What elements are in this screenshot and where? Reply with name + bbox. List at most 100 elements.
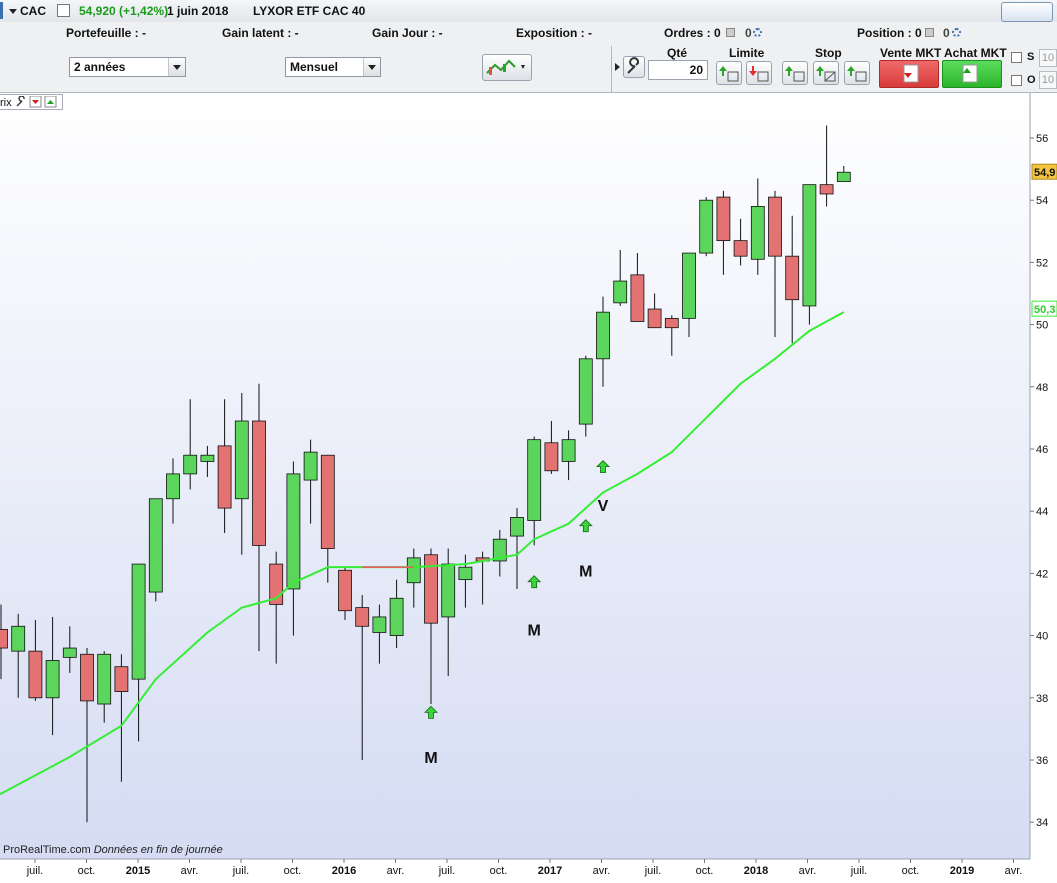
candle-up: [183, 454, 198, 475]
x-tick-label: oct.: [78, 865, 96, 877]
y-tick-label: 34: [1036, 817, 1048, 829]
s-label: S: [1027, 51, 1035, 63]
control-bar: 2 années Mensuel Qté 20 Limite Stop Vent…: [0, 44, 1057, 93]
sell-icon: [903, 64, 919, 83]
o-label: O: [1027, 74, 1036, 86]
candle-down: [544, 442, 559, 472]
stop-sell-button[interactable]: [813, 61, 839, 85]
wrench-button[interactable]: [623, 56, 645, 78]
candle-down: [630, 274, 645, 322]
quantity-value: 20: [689, 63, 703, 77]
y-tick-label: 46: [1036, 444, 1048, 456]
candle-down: [217, 445, 232, 509]
candle-down: [664, 317, 679, 329]
candle-down: [0, 628, 8, 649]
limit-buy-icon: [719, 66, 739, 82]
candle-down: [80, 653, 94, 702]
achat-label: Achat MKT: [944, 46, 1007, 60]
stop-buy-button[interactable]: [782, 61, 808, 85]
legend-text: rix: [0, 97, 12, 109]
x-tick-label: 2017: [538, 865, 562, 877]
x-tick-label: juil.: [232, 865, 250, 877]
candle-up: [441, 563, 456, 618]
chart-canvas[interactable]: juil. oct. 2015 avr. juil. oct. 2016 avr. juil. o…: [0, 93, 1057, 883]
limit-sell-icon: [749, 66, 769, 82]
footer-note-text: Données en fin de journée: [93, 844, 223, 856]
price-chart[interactable]: juil. oct. 2015 avr. juil. oct. 2016 avr. juil. o…: [0, 93, 1057, 883]
y-tick-label: 56: [1036, 133, 1048, 145]
candle-down: [768, 196, 782, 257]
sell-market-button[interactable]: [879, 60, 939, 88]
chart-style-button[interactable]: [482, 54, 532, 81]
candle-up: [303, 451, 318, 481]
orders-gear-icon[interactable]: [753, 28, 762, 37]
y-tick-label: 36: [1036, 755, 1048, 767]
cancel-orders-icon[interactable]: [726, 28, 735, 37]
vente-label: Vente MKT: [880, 46, 942, 60]
quantity-input[interactable]: 20: [648, 60, 708, 80]
interval-value: Mensuel: [290, 60, 339, 74]
x-tick-label: juil.: [438, 865, 456, 877]
stop-trailing-button[interactable]: [844, 61, 870, 85]
gain-jour-label: Gain Jour : -: [372, 26, 443, 40]
footer-note: ProRealTime.com Données en fin de journé…: [3, 844, 223, 856]
ordres-label: Ordres : 0: [664, 26, 721, 40]
keyboard-icon[interactable]: [1001, 2, 1053, 22]
top-bar: CAC 54,920 (+1,42%) 1 juin 2018 LYXOR ET…: [0, 0, 1057, 23]
x-tick-label: oct.: [490, 865, 508, 877]
candle-up: [613, 280, 628, 304]
candle-up: [750, 206, 765, 260]
signal-label: M: [579, 564, 592, 581]
x-tick-label: 2019: [950, 865, 974, 877]
period-select[interactable]: 2 années: [69, 57, 186, 77]
plot-background: [0, 93, 1030, 859]
symbol-dropdown-icon[interactable]: [9, 9, 17, 14]
expand-icon[interactable]: [615, 63, 620, 71]
candle-down: [320, 454, 335, 549]
x-tick-label: avr.: [799, 865, 817, 877]
candle-down: [785, 255, 800, 301]
x-tick-label: avr.: [593, 865, 611, 877]
y-tick-label: 38: [1036, 693, 1048, 705]
y-tick-label: 52: [1036, 257, 1048, 269]
chevron-down-icon: [168, 58, 185, 76]
close-position-icon[interactable]: [925, 28, 934, 37]
indicator-legend[interactable]: rix: [0, 94, 63, 110]
stop-trailing-icon: [847, 66, 867, 82]
buy-market-button[interactable]: [942, 60, 1002, 88]
x-tick-label: 2016: [332, 865, 356, 877]
divider: [611, 46, 612, 92]
portfolio-bar: Portefeuille : - Gain latent : - Gain Jo…: [0, 22, 1057, 45]
position-gear-icon[interactable]: [952, 28, 961, 37]
ma-label: 50,3: [1034, 304, 1055, 316]
candle-up: [97, 653, 112, 705]
x-tick-label: juil.: [850, 865, 868, 877]
exposition-label: Exposition : -: [516, 26, 592, 40]
y-tick-label: 42: [1036, 568, 1048, 580]
s-checkbox[interactable]: [1011, 52, 1022, 63]
candle-up: [561, 439, 576, 462]
interval-select[interactable]: Mensuel: [285, 57, 381, 77]
x-tick-label: juil.: [26, 865, 44, 877]
y-tick-label: 48: [1036, 382, 1048, 394]
s-value[interactable]: 10: [1039, 49, 1057, 67]
o-checkbox[interactable]: [1011, 75, 1022, 86]
x-tick-label: oct.: [284, 865, 302, 877]
limit-buy-button[interactable]: [716, 61, 742, 85]
symbol-label[interactable]: CAC: [20, 4, 46, 18]
candle-down: [733, 240, 748, 257]
limit-sell-button[interactable]: [746, 61, 772, 85]
stop-label: Stop: [815, 46, 842, 60]
candle-up: [234, 420, 249, 500]
stop-sell-icon: [816, 66, 836, 82]
x-tick-label: 2018: [744, 865, 768, 877]
buy-icon: [962, 64, 978, 83]
candle-up: [699, 199, 714, 254]
y-tick-label: 40: [1036, 631, 1048, 643]
position-secondary: 0: [943, 26, 950, 40]
candle-up: [200, 454, 215, 462]
candle-up: [458, 566, 473, 581]
o-value[interactable]: 10: [1039, 71, 1057, 89]
info-icon[interactable]: [57, 4, 70, 17]
candle-up: [527, 439, 542, 521]
